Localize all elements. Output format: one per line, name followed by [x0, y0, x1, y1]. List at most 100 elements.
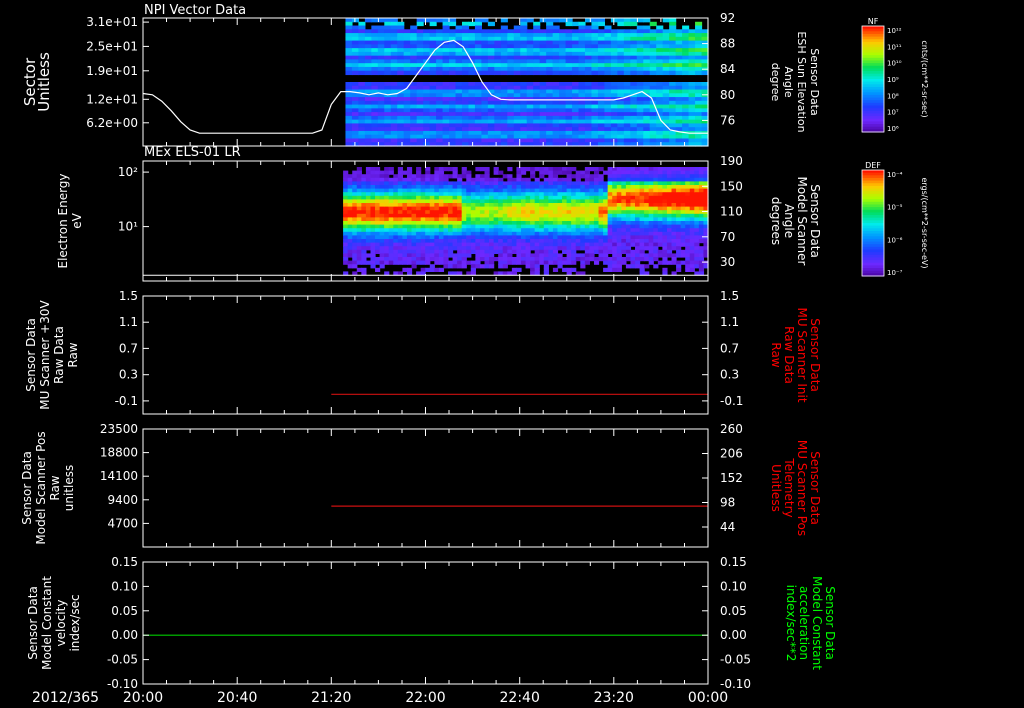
energy-spectrogram-cell — [356, 224, 362, 229]
energy-spectrogram-cell — [434, 174, 440, 179]
energy-spectrogram-cell — [685, 221, 691, 226]
energy-spectrogram-cell — [539, 260, 545, 265]
sector-spectrogram-cell — [481, 63, 489, 68]
sector-spectrogram-cell — [481, 44, 489, 49]
energy-spectrogram-cell — [375, 257, 381, 262]
sector-spectrogram-cell — [675, 70, 683, 76]
energy-spectrogram-cell — [685, 264, 691, 269]
sector-spectrogram-cell — [662, 36, 670, 42]
sector-spectrogram-cell — [675, 104, 683, 109]
sector-spectrogram-cell — [584, 108, 593, 113]
energy-spectrogram-cell — [343, 192, 349, 197]
sector-spectrogram-cell — [455, 33, 463, 38]
energy-spectrogram-cell — [603, 260, 609, 265]
sector-spectrogram-cell — [520, 138, 528, 143]
sector-spectrogram-cell — [604, 112, 612, 117]
energy-spectrogram-cell — [566, 192, 572, 197]
energy-spectrogram-cell — [452, 217, 458, 222]
sector-spectrogram-cell — [474, 55, 483, 61]
energy-spectrogram-cell — [375, 221, 381, 226]
energy-spectrogram-cell — [425, 199, 431, 204]
sector-spectrogram-cell — [455, 97, 463, 102]
sector-spectrogram-cell — [436, 29, 444, 34]
energy-spectrogram-cell — [603, 203, 609, 208]
energy-spectrogram-cell — [671, 235, 677, 240]
energy-spectrogram-cell — [489, 199, 495, 204]
sector-spectrogram-cell — [403, 55, 411, 61]
sector-spectrogram-cell — [630, 100, 638, 106]
energy-spectrogram-cell — [502, 199, 508, 204]
sector-spectrogram-cell — [513, 51, 521, 57]
time-tick-label: 00:00 — [688, 690, 728, 706]
energy-spectrogram-cell — [698, 188, 705, 193]
sector-spectrogram-cell — [507, 66, 515, 72]
sector-spectrogram-cell — [436, 115, 444, 121]
energy-spectrogram-cell — [680, 221, 686, 226]
sector-spectrogram-cell — [494, 85, 502, 91]
energy-spectrogram-cell — [384, 246, 390, 251]
energy-spectrogram-cell — [438, 231, 445, 236]
sector-spectrogram-cell — [526, 36, 534, 42]
sector-spectrogram-cell — [345, 93, 353, 98]
sector-spectrogram-cell — [500, 138, 508, 143]
energy-spectrogram-cell — [671, 224, 677, 229]
energy-spectrogram-cell — [562, 199, 568, 204]
sector-spectrogram-cell — [423, 112, 431, 117]
energy-spectrogram-cell — [379, 213, 385, 218]
energy-spectrogram-cell — [507, 206, 513, 211]
energy-spectrogram-cell — [452, 253, 458, 258]
sector-spectrogram-cell — [578, 97, 586, 102]
energy-spectrogram-cell — [676, 210, 682, 215]
sector-spectrogram-cell — [682, 33, 690, 38]
energy-spectrogram-cell — [375, 195, 381, 200]
sector-spectrogram-cell — [390, 119, 398, 125]
energy-spectrogram-cell — [662, 177, 668, 182]
energy-spectrogram-cell — [470, 260, 476, 265]
energy-spectrogram-cell — [365, 188, 372, 193]
sector-spectrogram-cell — [610, 44, 618, 49]
energy-spectrogram-cell — [365, 235, 372, 240]
sector-spectrogram-cell — [416, 123, 424, 128]
energy-spectrogram-cell — [402, 221, 408, 226]
energy-spectrogram-cell — [507, 174, 513, 179]
energy-spectrogram-cell — [429, 224, 435, 229]
energy-spectrogram-cell — [680, 217, 686, 222]
energy-spectrogram-cell — [575, 170, 581, 175]
energy-spectrogram-cell — [607, 181, 613, 186]
energy-spectrogram-cell — [434, 260, 440, 265]
energy-spectrogram-cell — [489, 242, 495, 247]
sector-spectrogram-cell — [623, 130, 631, 136]
energy-spectrogram-cell — [498, 253, 504, 258]
sector-spectrogram-cell — [520, 48, 528, 53]
energy-spectrogram-cell — [466, 249, 472, 254]
energy-spectrogram-cell — [644, 242, 650, 247]
energy-spectrogram-cell — [630, 206, 636, 211]
energy-spectrogram-cell — [584, 249, 591, 254]
energy-spectrogram-cell — [361, 257, 367, 262]
energy-spectrogram-cell — [393, 235, 399, 240]
sector-spectrogram-cell — [442, 82, 450, 87]
energy-spectrogram-cell — [648, 253, 654, 258]
sector-spectrogram-cell — [688, 48, 696, 53]
sector-spectrogram-cell — [546, 130, 554, 136]
energy-spectrogram-cell — [607, 174, 613, 179]
sector-spectrogram-cell — [384, 25, 392, 30]
sector-spectrogram-cell — [442, 119, 450, 125]
sector-spectrogram-cell — [351, 55, 359, 61]
energy-spectrogram-cell — [575, 203, 581, 208]
sector-spectrogram-cell — [449, 29, 457, 34]
sector-spectrogram-cell — [390, 59, 398, 64]
energy-spectrogram-cell — [448, 264, 454, 269]
energy-spectrogram-cell — [375, 188, 381, 193]
energy-spectrogram — [343, 167, 709, 276]
energy-spectrogram-cell — [539, 192, 545, 197]
sector-spectrogram-cell — [481, 36, 489, 42]
energy-spectrogram-cell — [589, 192, 595, 197]
sector-spectrogram-cell — [468, 82, 476, 87]
energy-spectrogram-cell — [452, 213, 458, 218]
sector-spectrogram-cell — [449, 127, 457, 132]
sector-spectrogram-cell — [636, 100, 644, 106]
energy-spectrogram-cell — [438, 217, 445, 222]
sector-spectrogram-cell — [559, 55, 567, 61]
energy-spectrogram-cell — [630, 174, 636, 179]
